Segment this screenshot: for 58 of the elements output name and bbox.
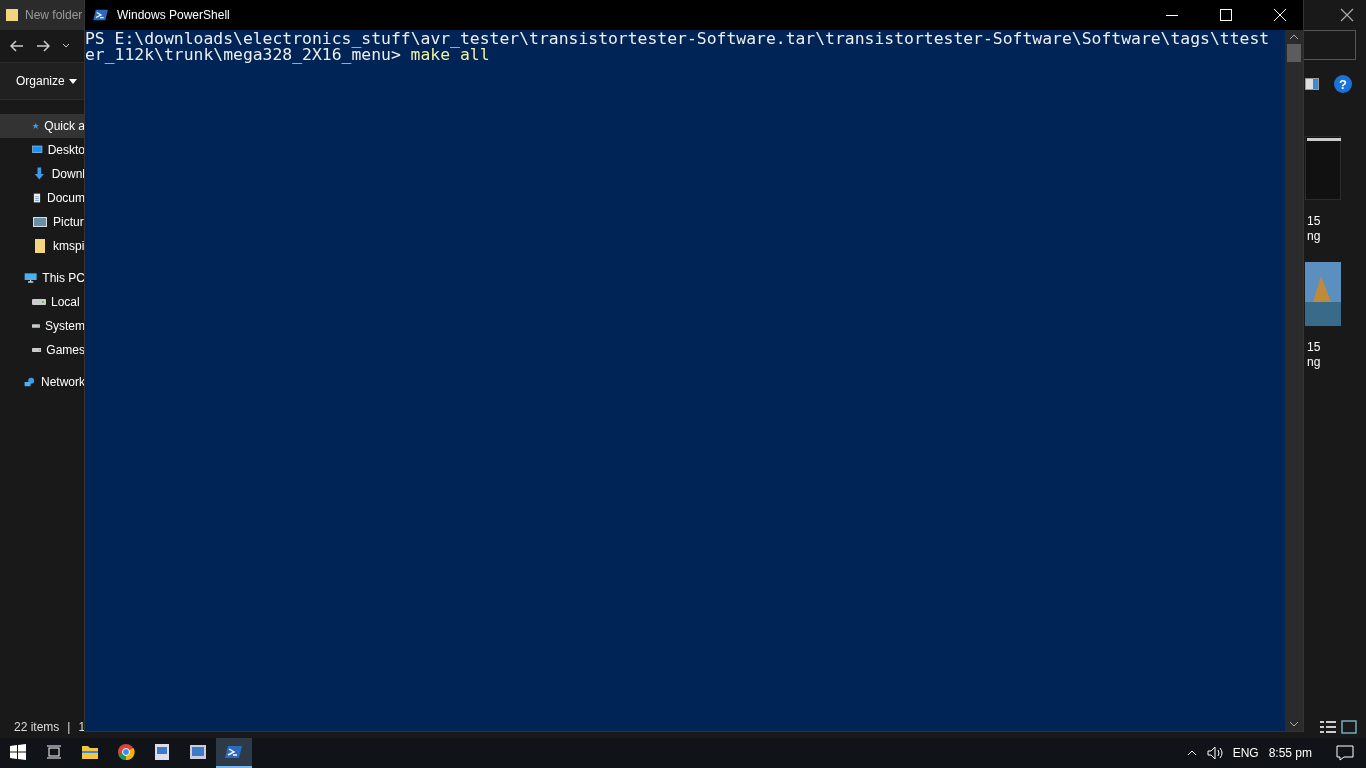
folder-icon [32, 238, 48, 254]
file-name: 15 [1306, 214, 1322, 229]
caret-icon [68, 78, 77, 84]
sidebar-item[interactable]: Local [0, 290, 85, 314]
photo-placeholder [1305, 262, 1341, 326]
picture-icon [32, 214, 48, 230]
clock[interactable]: 8:55 pm [1268, 746, 1312, 760]
document-icon [154, 743, 170, 761]
caret-icon[interactable] [62, 43, 70, 49]
drive-icon [32, 299, 46, 305]
windows-logo-icon [10, 744, 26, 760]
help-icon[interactable]: ? [1334, 75, 1352, 93]
close-icon [1274, 9, 1286, 21]
language-indicator[interactable]: ENG [1232, 746, 1259, 760]
window-title: New folder [25, 8, 83, 22]
details-view-icon[interactable] [1319, 720, 1337, 734]
speaker-icon[interactable] [1206, 746, 1223, 760]
console-command: make all [410, 47, 490, 63]
console-line: PS E:\downloads\electronics_stuff\avr_tester\transistortester-Software.tar\transistortester-Software\Software\tags\ttest [85, 31, 1271, 47]
sidebar-item[interactable]: Pictur [0, 210, 85, 234]
item-count: 22 items [14, 720, 60, 734]
scrollbar[interactable] [1285, 30, 1303, 731]
scroll-thumb[interactable] [1287, 44, 1301, 62]
screenshot-thumbnail [1305, 136, 1341, 200]
folder-icon [81, 744, 99, 760]
chevron-up-icon[interactable] [1186, 750, 1197, 756]
sidebar-item[interactable]: kmspi [0, 234, 85, 258]
taskbar-app-button[interactable] [216, 738, 252, 768]
picture-icon [189, 744, 207, 760]
maximize-icon [1220, 9, 1232, 21]
computer-icon [24, 270, 38, 286]
status-separator: | [67, 720, 71, 734]
console-prompt: er_112k\trunk\mega328_2X16_menu> [85, 47, 401, 63]
folder-icon [5, 8, 19, 22]
close-icon [1340, 8, 1354, 22]
drive-icon [32, 347, 42, 353]
sidebar-item[interactable]: Games [0, 338, 85, 362]
terminal-icon [93, 9, 109, 21]
file-name: ng [1306, 229, 1322, 244]
file-name: 15 [1306, 340, 1322, 355]
file-name: ng [1306, 355, 1322, 370]
sidebar-item[interactable]: This PC [0, 266, 85, 290]
terminal-icon [225, 745, 243, 759]
preview-pane-icon[interactable] [1305, 78, 1319, 90]
forward-arrow-icon[interactable] [36, 40, 50, 52]
sidebar-item[interactable]: Docum [0, 186, 85, 210]
window-title: Windows PowerShell [117, 8, 231, 22]
back-arrow-icon[interactable] [10, 40, 24, 52]
notification-icon[interactable] [1336, 745, 1354, 761]
browser-icon [117, 743, 135, 761]
thumbnail-view-icon[interactable] [1341, 720, 1357, 734]
task-view-icon [46, 745, 62, 759]
sidebar-item[interactable]: Deskto [0, 138, 85, 162]
sidebar-item[interactable]: Network [0, 370, 85, 394]
minimize-icon [1166, 14, 1178, 16]
drive-icon [32, 323, 40, 329]
sidebar-item[interactable]: Downl [0, 162, 85, 186]
sidebar-item[interactable]: System [0, 314, 85, 338]
